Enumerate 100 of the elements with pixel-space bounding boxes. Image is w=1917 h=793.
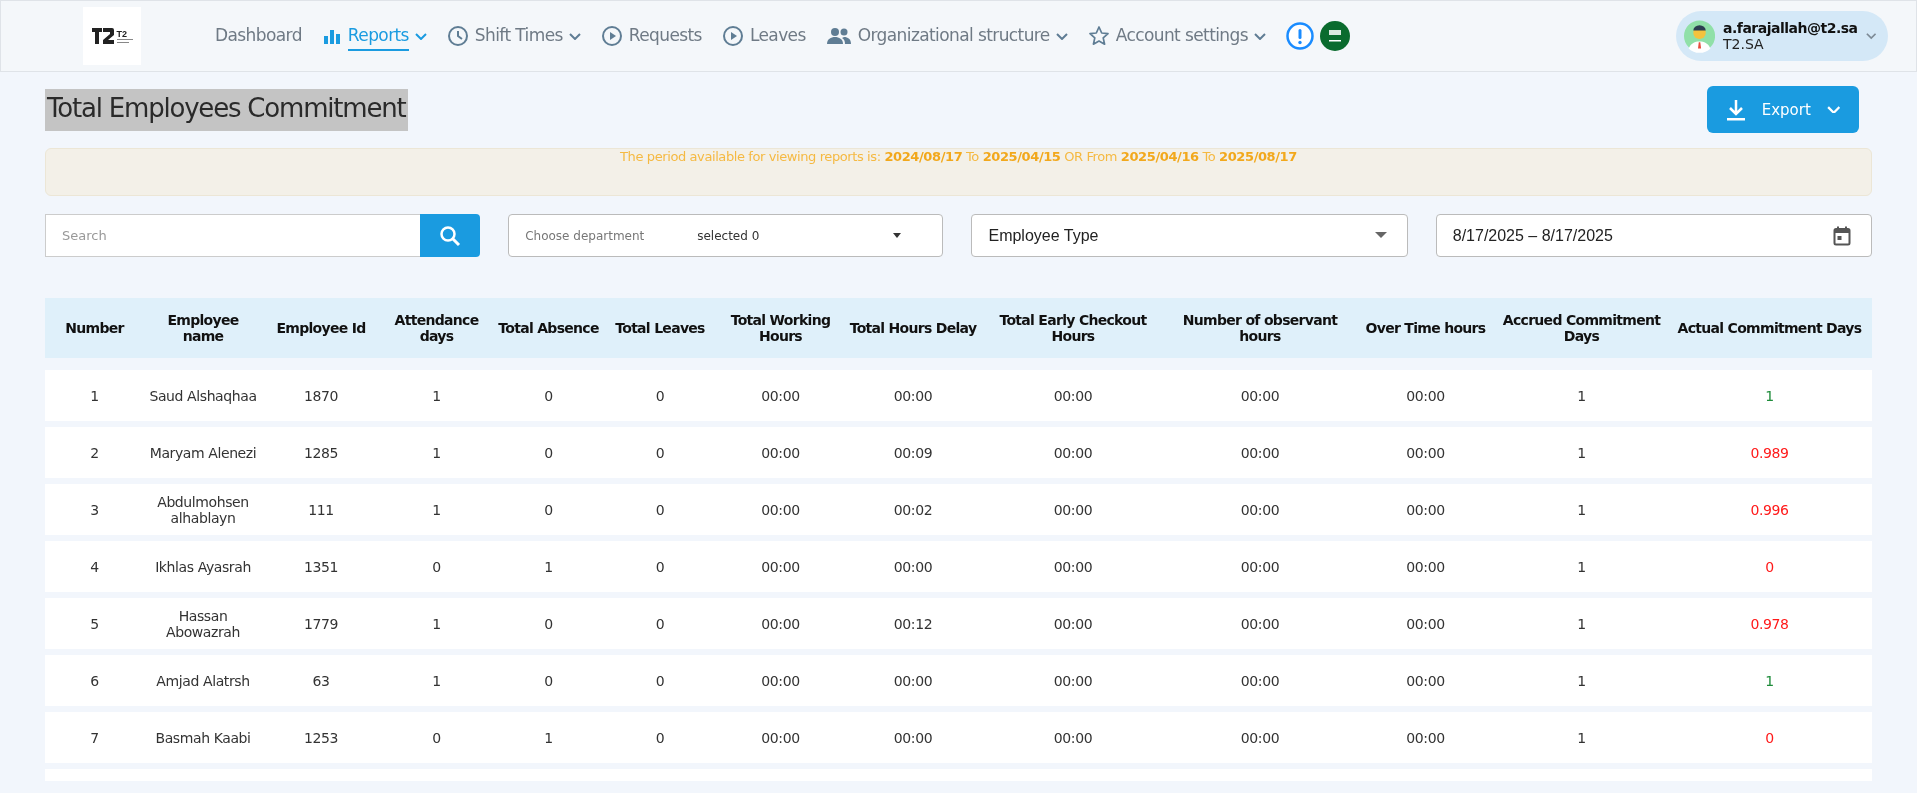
- table-cell-text: 00:00: [1405, 386, 1446, 406]
- table-cell-text: 00:00: [1052, 500, 1094, 520]
- table-cell-text: 1: [1764, 671, 1775, 691]
- table-cell-text: 00:00: [1405, 443, 1446, 463]
- table-cell-text: 00:00: [1239, 614, 1281, 634]
- column-header: Attendance days: [393, 311, 480, 346]
- table-cell-text: 1: [543, 557, 554, 577]
- date-range-field[interactable]: 8/17/2025 – 8/17/2025: [1435, 214, 1872, 257]
- clock-icon: [446, 25, 469, 47]
- table-cell-text: 1: [1576, 386, 1587, 406]
- department-select[interactable]: Choose department selected 0: [508, 214, 944, 257]
- table-cell-text: 00:00: [1405, 671, 1446, 691]
- table-cell-text: 00:02: [892, 500, 934, 520]
- table-cell-text: 1870: [303, 386, 339, 406]
- user-menu[interactable]: a.farajallah@t2.sa T2.SA: [1676, 11, 1888, 61]
- export-button[interactable]: Export: [1707, 86, 1859, 133]
- table-cell-text: 00:00: [1052, 671, 1094, 691]
- table-cell-text: 111: [307, 500, 335, 520]
- table-cell-text: 1: [89, 386, 100, 406]
- column-header: Number: [64, 319, 126, 338]
- play-icon: [721, 25, 744, 47]
- table-cell-text: 00:00: [1405, 728, 1446, 748]
- download-icon: [1725, 98, 1746, 121]
- alert-icon[interactable]: [1285, 22, 1314, 50]
- column-header: Accrued Commitment Days: [1501, 311, 1662, 346]
- table-cell-text: 00:00: [760, 671, 801, 691]
- table-cell-text: 0: [1764, 557, 1775, 577]
- table-cell-text: 00:00: [760, 443, 801, 463]
- employee-type-select[interactable]: Employee Type: [971, 214, 1408, 257]
- column-header: Total Absence: [497, 319, 600, 338]
- table-cell-text: 1: [1576, 557, 1587, 577]
- table-cell-text: 00:00: [760, 728, 801, 748]
- table-cell-text: 0: [431, 728, 442, 748]
- nav-link[interactable]: Organizational structure: [825, 19, 1068, 53]
- dropdown-arrow-icon: [1374, 232, 1387, 239]
- table-cell-text: 1: [431, 443, 442, 463]
- search-icon: [439, 224, 462, 247]
- table-cell-text: 0: [1764, 728, 1775, 748]
- search-field[interactable]: Search: [45, 214, 421, 257]
- table-cell-text: 1: [1576, 500, 1587, 520]
- search-button[interactable]: [420, 214, 481, 257]
- nav-link[interactable]: Reports: [321, 19, 427, 53]
- table-cell-text: 0: [543, 614, 554, 634]
- column-header: Employee name: [166, 311, 240, 346]
- table-cell-text: 1: [431, 386, 442, 406]
- table-cell-text: 1779: [303, 614, 339, 634]
- nav-link[interactable]: Leaves: [721, 19, 806, 53]
- table-cell-text: 00:00: [1405, 614, 1446, 634]
- table-cell-text: 1: [1576, 671, 1587, 691]
- table-cell-text: 00:00: [1405, 557, 1446, 577]
- table-cell-text: Maryam Alenezi: [148, 443, 258, 463]
- star-icon: [1087, 25, 1110, 47]
- nav-link[interactable]: Shift Times: [446, 19, 581, 53]
- nav-link[interactable]: Account settings: [1087, 19, 1266, 53]
- table-cell-text: Hassan Abowazrah: [165, 606, 241, 642]
- table-cell-text: Basmah Kaabi: [154, 728, 252, 748]
- table-cell-text: Ikhlas Ayasrah: [154, 557, 252, 577]
- table-cell-text: 2: [89, 443, 100, 463]
- table-cell-text: 0: [543, 671, 554, 691]
- table-cell-text: 0: [654, 614, 666, 634]
- table-cell-text: 0: [543, 443, 554, 463]
- calendar-icon: [1833, 225, 1851, 246]
- table-cell-text: 0.978: [1749, 614, 1790, 634]
- column-header: Number of observant hours: [1181, 311, 1339, 346]
- chevron-down-icon: [1865, 32, 1876, 40]
- table-cell-text: 00:00: [892, 386, 934, 406]
- table-cell-text: 5: [89, 614, 100, 634]
- nav-link[interactable]: Dashboard: [215, 19, 302, 53]
- table-cell-text: 00:09: [892, 443, 934, 463]
- chevron-down-icon: [1826, 105, 1841, 114]
- table-cell-text: 00:00: [1239, 443, 1281, 463]
- table-cell-text: 00:00: [760, 386, 801, 406]
- table-cell-text: 0: [654, 500, 666, 520]
- table-cell-text: 00:00: [892, 671, 934, 691]
- table-cell-text: 1351: [303, 557, 339, 577]
- table-cell-text: 7: [89, 728, 100, 748]
- user-company: T2.SA: [1723, 36, 1765, 52]
- table-cell-text: 1: [431, 500, 442, 520]
- column-header: Total Early Checkout Hours: [998, 311, 1148, 346]
- table-cell-text: Amjad Alatrsh: [155, 671, 251, 691]
- table-cell-text: 00:00: [1239, 557, 1281, 577]
- table-cell-text: 00:00: [1239, 671, 1281, 691]
- table-cell-text: 0: [654, 671, 666, 691]
- table-cell-text: 00:00: [760, 614, 801, 634]
- column-header: Actual Commitment Days: [1676, 319, 1863, 338]
- column-header: Employee Id: [275, 319, 367, 338]
- table-cell-text: 1: [431, 671, 442, 691]
- table-cell-text: Abdulmohsen alhablayn: [156, 492, 250, 528]
- logo-icon: [91, 28, 114, 44]
- tagline-lines-icon: [116, 38, 133, 44]
- user-email: a.farajallah@t2.sa: [1723, 20, 1858, 36]
- nav-link[interactable]: Requests: [600, 19, 702, 53]
- table-cell-text: 00:00: [1239, 386, 1281, 406]
- people-icon: [825, 26, 852, 46]
- table-cell-text: 0: [431, 557, 442, 577]
- table-cell-text: 00:00: [1052, 443, 1094, 463]
- play-icon: [600, 25, 623, 47]
- flag-icon[interactable]: [1319, 21, 1350, 51]
- table-cell-text: 00:00: [1052, 386, 1094, 406]
- table-cell-text: 00:12: [892, 614, 934, 634]
